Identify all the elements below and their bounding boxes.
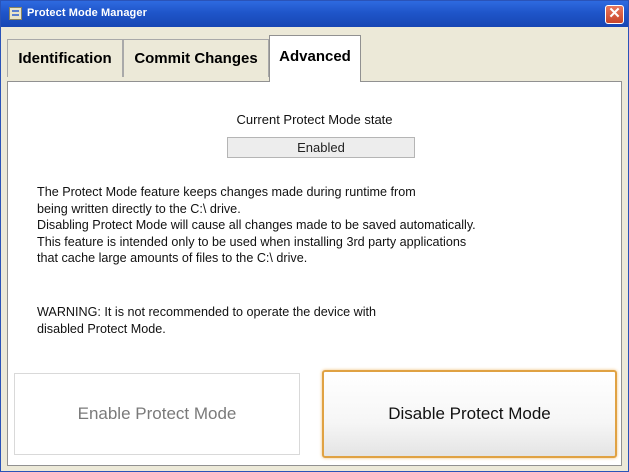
description-line: The Protect Mode feature keeps changes m… xyxy=(37,185,416,199)
window-title: Protect Mode Manager xyxy=(27,7,147,19)
protect-mode-description: The Protect Mode feature keeps changes m… xyxy=(37,184,617,267)
close-icon: ✕ xyxy=(608,5,621,22)
warning-line: disabled Protect Mode. xyxy=(37,321,166,336)
protect-mode-manager-window: Protect Mode Manager ✕ Identification Co… xyxy=(0,0,629,472)
description-line: Disabling Protect Mode will cause all ch… xyxy=(37,218,476,233)
warning-line: WARNING: It is not recommended to operat… xyxy=(37,305,377,319)
protect-mode-state-label: Current Protect Mode state xyxy=(236,112,393,127)
title-bar[interactable]: Protect Mode Manager ✕ xyxy=(1,1,628,27)
advanced-panel: Current Protect Mode state Enabled The P… xyxy=(7,81,622,466)
disable-protect-mode-button[interactable]: Disable Protect Mode xyxy=(322,370,617,458)
tab-commit-changes[interactable]: Commit Changes xyxy=(123,39,269,77)
description-line: This feature is intended only to be used… xyxy=(37,234,467,249)
warning-text: WARNING: It is not recommended to operat… xyxy=(37,304,597,337)
enable-protect-mode-button[interactable]: Enable Protect Mode xyxy=(14,373,300,455)
description-line: being written directly to the C:\ drive. xyxy=(37,201,241,216)
window-app-icon xyxy=(9,7,22,20)
tab-identification[interactable]: Identification xyxy=(7,39,123,77)
protect-mode-state-value: Enabled xyxy=(227,137,415,158)
description-line: that cache large amounts of files to the… xyxy=(37,251,308,266)
tab-advanced[interactable]: Advanced xyxy=(269,35,361,82)
close-button[interactable]: ✕ xyxy=(605,5,624,24)
